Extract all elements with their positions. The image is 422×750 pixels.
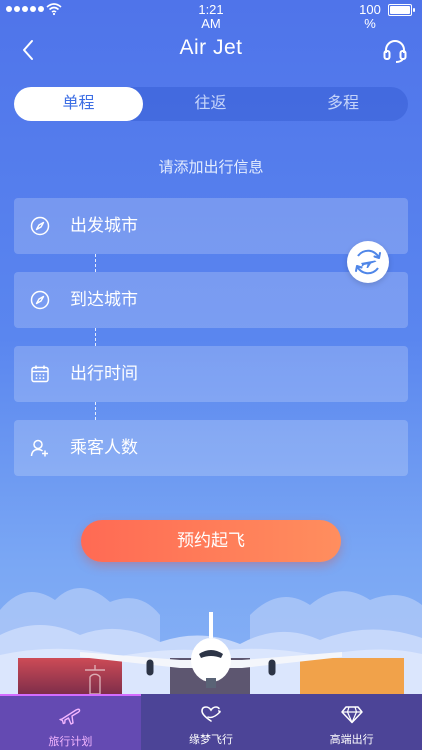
travel-date-field[interactable]: 出行时间 [14,346,408,402]
add-person-icon [30,439,48,457]
tab-label: 高端出行 [329,734,374,746]
tab-travel-plan[interactable]: 旅行计划 [0,694,141,750]
arrival-city-label: 到达城市 [70,290,138,309]
status-time-hour: 1:21 [198,2,224,17]
tab-dream-flight[interactable]: 缘梦飞行 [141,694,282,750]
status-time: 1:21 AM [180,3,242,31]
tab-label: 旅行计划 [48,736,93,748]
diamond-icon [340,706,363,724]
swap-plane-icon [355,249,381,275]
status-bar: 1:21 AM 100 % [0,0,422,31]
book-flight-button[interactable]: 预约起飞 [81,520,341,562]
trip-type-selector: 单程 往返 多程 [14,87,408,121]
bottom-tab-bar: 旅行计划 缘梦飞行 高端出行 [0,694,422,750]
passenger-count-label: 乘客人数 [70,438,138,457]
tab-round-trip[interactable]: 往返 [145,87,276,121]
customer-service-button[interactable] [380,36,410,66]
arrival-city-field[interactable]: 到达城市 [14,272,408,328]
calendar-icon [31,365,49,383]
page-title: Air Jet [179,36,243,59]
battery-percent-value: 100 [359,2,381,17]
battery-percent-sign: % [364,16,376,31]
heart-plane-icon [201,706,221,722]
plane-icon [59,708,81,725]
route-connector [95,402,96,420]
tab-label: 缘梦飞行 [189,734,233,746]
tab-one-way[interactable]: 单程 [14,87,143,121]
status-time-ampm: AM [201,16,221,31]
compass-icon [30,290,50,310]
departure-city-label: 出发城市 [70,216,138,235]
form-hint: 请添加出行信息 [158,159,264,176]
signal-icon [6,6,44,12]
passenger-count-field[interactable]: 乘客人数 [14,420,408,476]
tab-premium-travel[interactable]: 高端出行 [281,694,422,750]
compass-icon [30,216,50,236]
departure-city-field[interactable]: 出发城市 [14,198,408,254]
tab-multi-city[interactable]: 多程 [278,87,408,121]
route-connector [95,254,96,272]
route-connector [95,328,96,346]
headset-icon [383,40,407,63]
swap-cities-button[interactable] [347,241,389,283]
wifi-icon [46,3,62,16]
travel-date-label: 出行时间 [70,364,138,383]
battery-percent: 100 % [352,3,388,31]
battery-icon [388,4,415,16]
